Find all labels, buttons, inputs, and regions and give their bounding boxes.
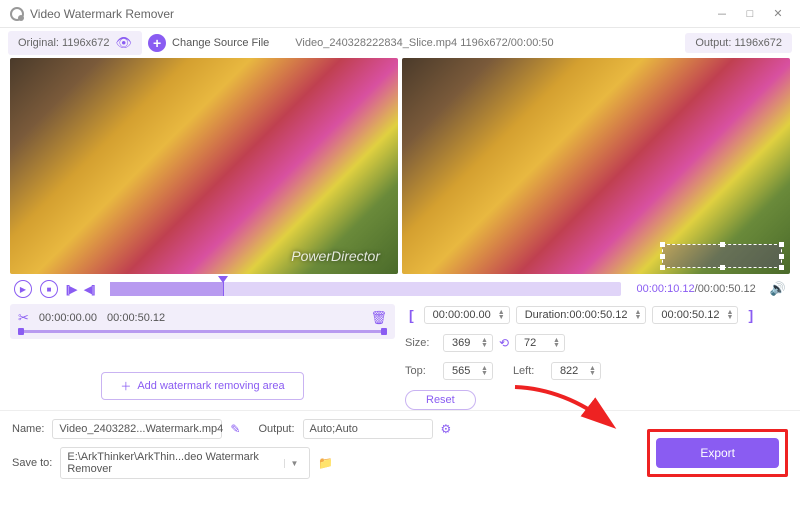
edit-name-icon[interactable]: ✎ — [230, 422, 240, 436]
width-field[interactable]: 369▲▼ — [443, 334, 493, 352]
duration-field[interactable]: Duration:00:00:50.12▲▼ — [516, 306, 647, 324]
file-info-label: Video_240328222834_Slice.mp4 1196x672/00… — [295, 37, 553, 49]
timecode: 00:00:10.12/00:00:50.12 — [637, 283, 756, 295]
time-start-field[interactable]: 00:00:00.00▲▼ — [424, 306, 510, 324]
format-label: Output: — [258, 423, 294, 435]
watermark-overlay: PowerDirector — [291, 248, 380, 264]
original-size-label: Original: 1196x672 — [18, 37, 110, 49]
mark-in-button[interactable]: [▶ — [66, 280, 76, 298]
export-highlight-box: Export — [647, 429, 788, 477]
top-label: Top: — [405, 365, 437, 377]
height-field[interactable]: 72▲▼ — [515, 334, 565, 352]
minimize-button[interactable]: － — [710, 4, 734, 24]
chevron-down-icon: ▼ — [284, 459, 303, 468]
segment-start: 00:00:00.00 — [39, 312, 97, 324]
format-input[interactable]: Auto;Auto — [303, 419, 433, 439]
delete-segment-icon[interactable]: 🗑 — [370, 310, 387, 326]
play-button[interactable]: ▶ — [14, 280, 32, 298]
timeline-slider[interactable] — [110, 282, 620, 296]
toolbar: Original: 1196x672 👁 + Change Source Fil… — [0, 28, 800, 58]
reset-button[interactable]: Reset — [405, 390, 476, 410]
bracket-in-button[interactable]: [ — [405, 307, 418, 323]
original-size-panel: Original: 1196x672 👁 — [8, 31, 142, 55]
output-size-panel: Output: 1196x672 — [685, 33, 792, 53]
settings-icon[interactable]: ⚙ — [441, 422, 452, 436]
preview-row: PowerDirector — [0, 58, 800, 274]
app-title: Video Watermark Remover — [30, 7, 174, 21]
segment-end: 00:00:50.12 — [107, 312, 165, 324]
current-time: 00:00:10.12 — [637, 283, 695, 295]
segment-bar[interactable] — [18, 330, 387, 333]
save-to-label: Save to: — [12, 457, 52, 469]
output-preview[interactable] — [402, 58, 790, 274]
cut-icon[interactable]: ✂ — [18, 310, 29, 326]
plus-icon: ＋ — [120, 378, 131, 394]
bracket-out-button[interactable]: ] — [744, 307, 757, 323]
bottom-panel: Name: Video_2403282...Watermark.mp4 ✎ Ou… — [0, 410, 800, 487]
aspect-lock-icon[interactable]: ⟲ — [499, 336, 509, 350]
open-folder-icon[interactable]: 📁 — [318, 456, 333, 470]
name-input[interactable]: Video_2403282...Watermark.mp4 — [52, 419, 222, 439]
left-label: Left: — [513, 365, 545, 377]
volume-icon[interactable]: 🔊 — [770, 281, 786, 297]
app-logo-icon — [10, 7, 24, 21]
close-button[interactable]: ✕ — [766, 4, 790, 24]
region-panel: [ 00:00:00.00▲▼ Duration:00:00:50.12▲▼ 0… — [405, 304, 790, 410]
export-button[interactable]: Export — [656, 438, 779, 468]
add-area-label: Add watermark removing area — [137, 380, 284, 392]
size-label: Size: — [405, 337, 437, 349]
add-source-icon[interactable]: + — [148, 34, 166, 52]
save-path-dropdown[interactable]: E:\ArkThinker\ArkThin...deo Watermark Re… — [60, 447, 310, 479]
selection-box[interactable] — [662, 244, 782, 268]
eye-icon[interactable]: 👁 — [116, 35, 133, 51]
top-field[interactable]: 565▲▼ — [443, 362, 493, 380]
left-field[interactable]: 822▲▼ — [551, 362, 601, 380]
maximize-button[interactable]: □ — [738, 4, 762, 24]
original-preview[interactable]: PowerDirector — [10, 58, 398, 274]
stop-button[interactable]: ■ — [40, 280, 58, 298]
save-path-value: E:\ArkThinker\ArkThin...deo Watermark Re… — [67, 451, 278, 475]
title-bar: Video Watermark Remover － □ ✕ — [0, 0, 800, 28]
segment-panel: ✂ 00:00:00.00 00:00:50.12 🗑 — [10, 304, 395, 339]
time-end-field[interactable]: 00:00:50.12▲▼ — [652, 306, 738, 324]
name-label: Name: — [12, 423, 44, 435]
playback-controls: ▶ ■ [▶ ◀] 00:00:10.12/00:00:50.12 🔊 — [0, 274, 800, 304]
total-time: 00:00:50.12 — [698, 283, 756, 295]
add-watermark-area-button[interactable]: ＋ Add watermark removing area — [101, 372, 303, 400]
mark-out-button[interactable]: ◀] — [84, 280, 94, 298]
change-source-button[interactable]: Change Source File — [172, 37, 269, 49]
